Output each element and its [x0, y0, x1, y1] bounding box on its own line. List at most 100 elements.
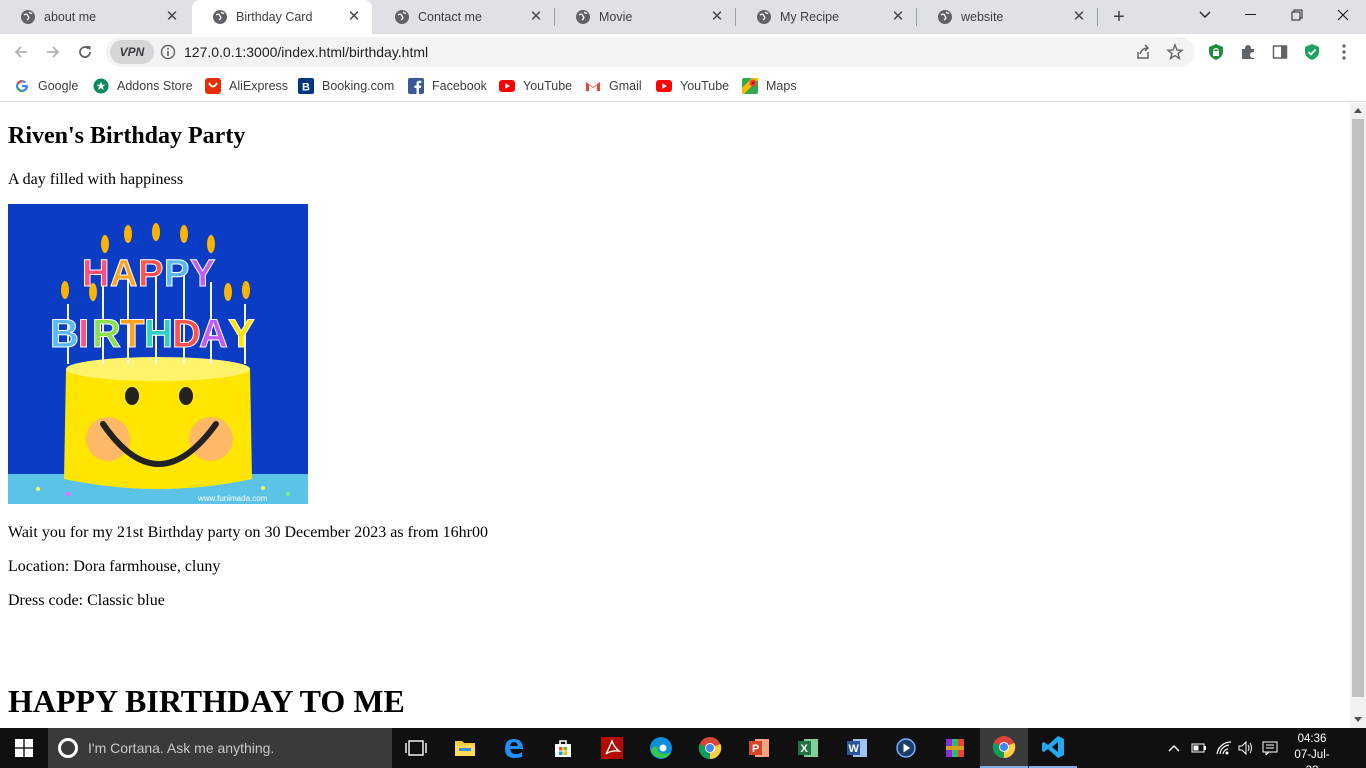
volume-button[interactable]: [1238, 740, 1254, 756]
action-center-icon: [1262, 741, 1278, 755]
search-placeholder: I'm Cortana. Ask me anything.: [88, 740, 275, 756]
svg-text:P: P: [752, 743, 759, 755]
page-title: Riven's Birthday Party: [8, 123, 246, 149]
bookmark-label: Google: [38, 79, 79, 93]
tab-title: Movie: [599, 10, 633, 24]
bookmark-maps[interactable]: Maps: [742, 76, 797, 96]
excel-button[interactable]: X: [784, 728, 832, 768]
bookmark-gmail[interactable]: Gmail: [585, 76, 642, 96]
info-icon[interactable]: [160, 44, 176, 60]
winrar-icon: [946, 739, 964, 757]
bookmark-addons-store[interactable]: Addons Store: [93, 76, 193, 96]
tab-title: website: [961, 10, 1004, 24]
forward-button[interactable]: [41, 40, 65, 64]
window-close-button[interactable]: [1320, 0, 1366, 30]
tab-contact-me[interactable]: Contact me ✕: [374, 0, 554, 34]
acrobat-button[interactable]: [588, 728, 636, 768]
shield-check-icon: [1305, 44, 1319, 60]
globe-icon: [395, 10, 409, 24]
winrar-button[interactable]: [931, 728, 979, 768]
tab-movie[interactable]: Movie ✕: [555, 0, 735, 34]
tab-search-button[interactable]: [1182, 0, 1228, 30]
addons-store-icon: [93, 78, 109, 94]
file-explorer-button[interactable]: [441, 728, 489, 768]
word-button[interactable]: W: [833, 728, 881, 768]
battery-button[interactable]: [1191, 740, 1207, 756]
bookmark-booking[interactable]: B Booking.com: [298, 76, 394, 96]
chevron-down-icon: [1199, 11, 1211, 18]
chrome-active-button[interactable]: [980, 728, 1028, 768]
chrome-button[interactable]: [686, 728, 734, 768]
bookmark-label: AliExpress: [229, 79, 289, 93]
bookmark-label: Maps: [766, 79, 797, 93]
close-icon[interactable]: ✕: [528, 9, 544, 25]
bookmark-label: YouTube: [523, 79, 573, 93]
birthday-cake-image: H A P P Y B I R T H D A Y www.funimada.c…: [8, 204, 308, 504]
network-button[interactable]: [1216, 740, 1232, 756]
cortana-search-box[interactable]: I'm Cortana. Ask me anything.: [48, 728, 392, 768]
bookmark-youtube-2[interactable]: YouTube: [656, 76, 729, 96]
store-button[interactable]: [539, 728, 587, 768]
edge-button[interactable]: [637, 728, 685, 768]
tab-strip: about me ✕ Birthday Card ✕ Contact me ✕ …: [0, 0, 1366, 34]
vpn-badge[interactable]: VPN: [110, 40, 154, 64]
side-panel-button[interactable]: [1268, 40, 1292, 64]
vscode-icon: [1042, 736, 1064, 758]
svg-text:Y: Y: [228, 312, 255, 356]
speaker-icon: [1238, 741, 1252, 755]
tab-title: Contact me: [418, 10, 482, 24]
close-icon[interactable]: ✕: [164, 9, 180, 25]
svg-text:H: H: [144, 312, 173, 356]
acrobat-icon: [601, 737, 623, 759]
tab-birthday-card[interactable]: Birthday Card ✕: [192, 0, 372, 34]
scroll-down-icon[interactable]: [1354, 715, 1362, 723]
scroll-up-icon[interactable]: [1354, 107, 1362, 115]
close-icon[interactable]: ✕: [346, 9, 362, 25]
powerpoint-button[interactable]: P: [735, 728, 783, 768]
wifi-icon: [1216, 741, 1232, 755]
tray-overflow-button[interactable]: [1166, 740, 1182, 756]
tab-website[interactable]: website ✕: [917, 0, 1097, 34]
share-icon[interactable]: [1134, 43, 1152, 61]
scrollbar-thumb[interactable]: [1352, 119, 1364, 697]
tab-about-me[interactable]: about me ✕: [0, 0, 190, 34]
star-icon[interactable]: [1166, 43, 1184, 61]
extensions-button[interactable]: [1236, 40, 1260, 64]
clock-time: 04:36: [1297, 733, 1327, 745]
reload-icon: [79, 46, 91, 58]
minimize-icon: [1245, 14, 1256, 15]
svg-text:H: H: [82, 253, 109, 295]
location-text: Location: Dora farmhouse, cluny: [8, 558, 221, 575]
back-button[interactable]: [9, 40, 33, 64]
close-icon[interactable]: ✕: [890, 9, 906, 25]
bookmark-youtube[interactable]: YouTube: [499, 76, 572, 96]
new-tab-button[interactable]: +: [1108, 6, 1130, 28]
media-player-button[interactable]: [882, 728, 930, 768]
store-bag-icon: [555, 740, 571, 757]
restore-button[interactable]: [1274, 0, 1320, 30]
browser-toolbar: VPN 127.0.0.1:3000/index.html/birthday.h…: [0, 34, 1366, 70]
notifications-button[interactable]: [1262, 740, 1278, 756]
vertical-scrollbar[interactable]: [1350, 103, 1366, 728]
bookmark-facebook[interactable]: Facebook: [408, 76, 487, 96]
close-icon[interactable]: ✕: [709, 9, 725, 25]
vpn-extension-button[interactable]: [1204, 40, 1228, 64]
close-icon[interactable]: ✕: [1071, 9, 1087, 25]
system-clock[interactable]: 04:36 07-Jul-23: [1290, 731, 1334, 768]
edge-legacy-button[interactable]: [490, 728, 538, 768]
address-bar[interactable]: VPN 127.0.0.1:3000/index.html/birthday.h…: [106, 37, 1194, 67]
menu-button[interactable]: [1332, 40, 1356, 64]
bookmark-google[interactable]: Google: [14, 76, 78, 96]
svg-text:I: I: [78, 312, 89, 356]
minimize-button[interactable]: [1228, 0, 1274, 30]
task-view-button[interactable]: [392, 728, 440, 768]
tab-my-recipe[interactable]: My Recipe ✕: [736, 0, 916, 34]
vscode-button[interactable]: [1029, 728, 1077, 768]
reload-button[interactable]: [73, 40, 97, 64]
security-extension-button[interactable]: [1300, 40, 1324, 64]
globe-icon: [576, 10, 590, 24]
url-text[interactable]: 127.0.0.1:3000/index.html/birthday.html: [184, 44, 428, 60]
globe-icon: [213, 10, 227, 24]
start-button[interactable]: [0, 728, 48, 768]
bookmark-aliexpress[interactable]: AliExpress: [205, 76, 288, 96]
